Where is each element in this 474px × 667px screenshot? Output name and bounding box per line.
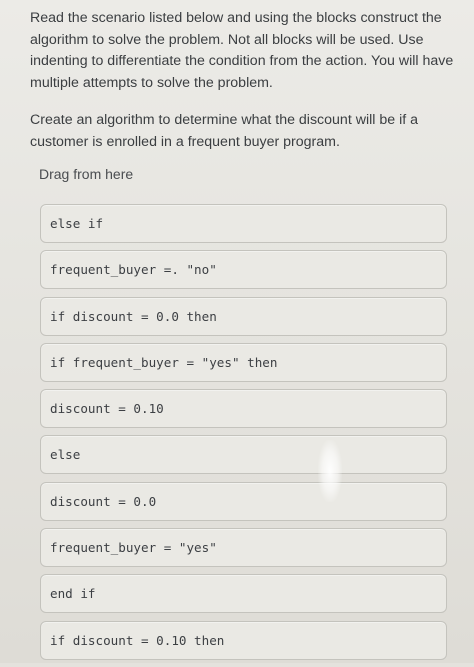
code-block[interactable]: if discount = 0.0 then	[40, 296, 447, 336]
code-block[interactable]: else	[40, 435, 447, 475]
code-block-text: discount = 0.0	[50, 493, 157, 509]
code-block[interactable]: else if	[40, 204, 447, 243]
code-block-text: end if	[50, 586, 96, 602]
code-block[interactable]: frequent_buyer =. "no"	[40, 250, 447, 290]
code-block-text: discount = 0.10	[50, 401, 164, 417]
assignment-page: Read the scenario listed below and using…	[0, 0, 474, 663]
code-block[interactable]: frequent_buyer = "yes"	[40, 528, 447, 568]
code-block-text: else	[50, 447, 81, 463]
question-text: Create an algorithm to determine what th…	[30, 112, 418, 150]
code-block-text: if frequent_buyer = "yes" then	[50, 354, 278, 370]
code-block-text: frequent_buyer =. "no"	[50, 262, 217, 278]
code-block[interactable]: if discount = 0.10 then	[40, 620, 447, 660]
code-block-text: else if	[50, 216, 104, 231]
code-block[interactable]: end if	[40, 574, 447, 614]
code-block[interactable]: discount = 0.0	[40, 481, 447, 521]
code-block[interactable]: discount = 0.10	[40, 389, 447, 429]
code-block-text: if discount = 0.0 then	[50, 308, 217, 324]
code-block[interactable]: if frequent_buyer = "yes" then	[40, 342, 447, 382]
drag-area-label: Drag from here	[39, 166, 134, 182]
draggable-blocks-list: else if frequent_buyer =. "no" if discou…	[40, 204, 450, 667]
code-block-text: frequent_buyer = "yes"	[50, 540, 217, 556]
code-block-text: if discount = 0.10 then	[50, 632, 225, 648]
instructions-text: Read the scenario listed below and using…	[30, 10, 454, 91]
